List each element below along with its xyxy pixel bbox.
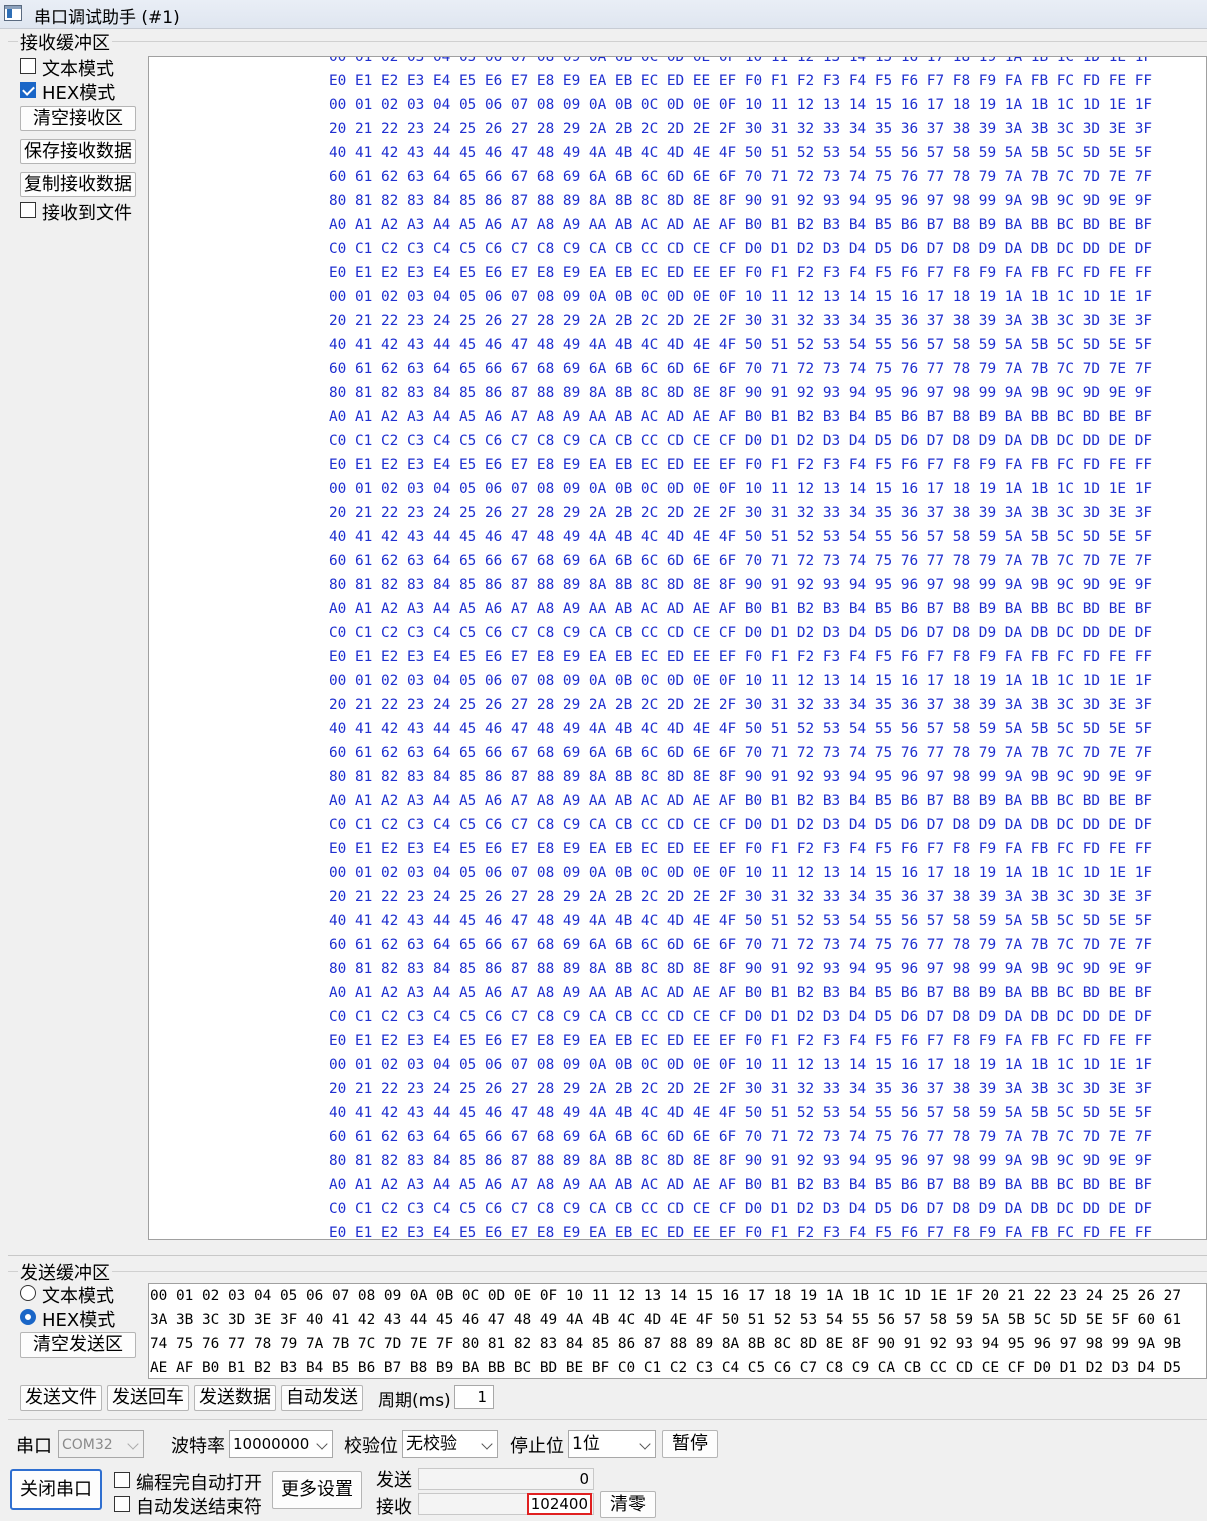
stop-bits-select-value: 1位 <box>572 1434 600 1454</box>
receive-hex-content: 00 01 02 03 04 05 06 07 08 09 0A 0B 0C 0… <box>329 56 1153 1240</box>
send-group-border <box>8 1271 1207 1272</box>
chevron-down-icon <box>316 1438 328 1450</box>
period-label: 周期(ms) <box>378 1391 451 1411</box>
chevron-down-icon <box>481 1438 493 1450</box>
copy-receive-data-button[interactable]: 复制接收数据 <box>20 172 136 197</box>
recv-count-field: 102400 <box>418 1493 594 1515</box>
receive-group-label: 接收缓冲区 <box>18 29 112 55</box>
stop-bits-label: 停止位 <box>510 1436 564 1457</box>
parity-label: 校验位 <box>344 1436 398 1457</box>
receive-group-border <box>8 41 1207 42</box>
receive-hex-mode-checkbox[interactable] <box>20 82 36 98</box>
send-count-label: 发送 <box>376 1470 412 1491</box>
baud-select[interactable]: 10000000 <box>229 1430 333 1458</box>
pause-button[interactable]: 暂停 <box>662 1430 718 1458</box>
receive-to-file-label: 接收到文件 <box>42 203 132 224</box>
receive-text-mode-checkbox[interactable] <box>20 58 36 74</box>
send-text-mode-label: 文本模式 <box>42 1286 114 1307</box>
auto-end-checkbox[interactable] <box>114 1496 130 1512</box>
recv-count-label: 接收 <box>376 1497 412 1518</box>
parity-select[interactable]: 无校验 <box>402 1430 498 1458</box>
send-count-value: 0 <box>418 1468 594 1490</box>
baud-select-value: 10000000 <box>233 1435 310 1453</box>
app-icon <box>4 5 22 21</box>
chevron-down-icon <box>127 1438 139 1450</box>
send-text-mode-radio[interactable] <box>20 1285 36 1301</box>
send-data-button[interactable]: 发送数据 <box>194 1385 276 1411</box>
port-select[interactable]: COM32 <box>58 1430 144 1458</box>
send-hex-mode-radio[interactable] <box>20 1309 36 1325</box>
save-receive-data-button[interactable]: 保存接收数据 <box>20 139 136 164</box>
close-port-button[interactable]: 关闭串口 <box>10 1469 102 1510</box>
receive-to-file-checkbox[interactable] <box>20 202 36 218</box>
send-hex-mode-label: HEX模式 <box>42 1310 116 1331</box>
clear-counters-button[interactable]: 清零 <box>600 1491 656 1518</box>
parity-select-value: 无校验 <box>406 1434 457 1454</box>
splitter[interactable] <box>8 1255 1207 1256</box>
clear-send-button[interactable]: 清空发送区 <box>20 1332 136 1358</box>
more-settings-button[interactable]: 更多设置 <box>272 1471 362 1509</box>
auto-open-label: 编程完自动打开 <box>136 1473 262 1494</box>
receive-text-mode-label: 文本模式 <box>42 59 114 80</box>
receive-text-area[interactable]: 00 01 02 03 04 05 06 07 08 09 0A 0B 0C 0… <box>148 56 1207 1240</box>
auto-open-checkbox[interactable] <box>114 1472 130 1488</box>
send-text-area[interactable]: 00 01 02 03 04 05 06 07 08 09 0A 0B 0C 0… <box>148 1283 1207 1379</box>
receive-hex-mode-label: HEX模式 <box>42 83 116 104</box>
chevron-down-icon <box>639 1438 651 1450</box>
stop-bits-select[interactable]: 1位 <box>568 1430 656 1458</box>
send-hex-content: 00 01 02 03 04 05 06 07 08 09 0A 0B 0C 0… <box>150 1288 1182 1376</box>
separator <box>8 1419 1207 1420</box>
send-enter-button[interactable]: 发送回车 <box>107 1385 189 1411</box>
recv-count-value: 102400 <box>526 1493 592 1515</box>
baud-label: 波特率 <box>171 1436 225 1457</box>
port-select-value: COM32 <box>62 1437 113 1453</box>
period-input[interactable]: 1 <box>454 1385 494 1409</box>
auto-end-label: 自动发送结束符 <box>136 1497 262 1518</box>
port-label: 串口 <box>16 1436 52 1457</box>
window-title: 串口调试助手 (#1) <box>34 8 180 28</box>
auto-send-button[interactable]: 自动发送 <box>281 1385 363 1411</box>
clear-receive-button[interactable]: 清空接收区 <box>20 106 136 131</box>
send-file-button[interactable]: 发送文件 <box>20 1385 102 1411</box>
title-bar <box>0 0 1207 29</box>
